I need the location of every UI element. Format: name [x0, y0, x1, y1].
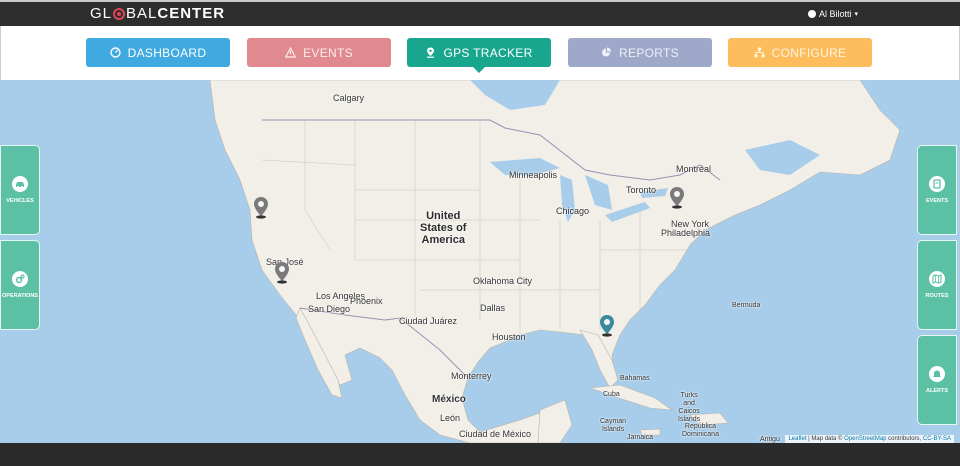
app-root: GL BAL CENTER Al Bilotti ▾ DASHBOARD EVE…: [0, 0, 960, 466]
user-name: Al Bilotti: [818, 9, 852, 19]
map-label-chicago: Chicago: [556, 206, 590, 216]
map-label-turks-caicos: Turks and Caicos Islands: [678, 392, 700, 424]
map-label-cuba: Cuba: [603, 391, 620, 398]
map-label-usa-line2: States of: [420, 222, 467, 234]
user-icon: [807, 10, 816, 18]
map-label-cayman-line2: Islands: [601, 426, 625, 433]
map-label-dallas: Dallas: [480, 303, 506, 313]
side-tab-vehicles[interactable]: VEHICLES: [0, 145, 40, 235]
license-link[interactable]: CC-BY-SA: [923, 436, 951, 442]
map-label-monterrey: Monterrey: [451, 371, 492, 381]
side-tab-alerts-label: ALERTS: [926, 388, 948, 394]
land-north-america: [209, 80, 901, 443]
chevron-down-icon: ▾: [854, 11, 858, 18]
map-label-phoenix: Phoenix: [350, 296, 383, 306]
vehicle-pin-icon[interactable]: [254, 197, 268, 219]
map-label-toronto: Toronto: [626, 185, 657, 195]
map-label-montreal: Montréal: [676, 164, 712, 174]
map-label-dominicana-line2: Dominicana: [682, 431, 719, 438]
events-icon: [929, 176, 945, 192]
nav-events-button[interactable]: EVENTS: [247, 38, 391, 67]
logo-text-gl: GL: [90, 5, 113, 22]
user-menu[interactable]: Al Bilotti ▾: [807, 9, 858, 19]
vehicle-pin-icon[interactable]: [275, 262, 289, 284]
map-label-oklahoma-city: Oklahoma City: [473, 276, 533, 286]
gps-map[interactable]: Calgary Montréal Toronto Minneapolis Chi…: [0, 80, 960, 443]
map-label-minneapolis: Minneapolis: [509, 170, 558, 180]
map-label-san-diego: San Diego: [308, 304, 351, 314]
map-label-usa-line3: America: [421, 234, 465, 246]
side-tab-vehicles-label: VEHICLES: [6, 198, 34, 204]
map-label-leon: León: [440, 413, 461, 423]
map-label-cayman-line1: Cayman: [600, 418, 627, 425]
map-basemap: [209, 80, 901, 443]
map-label-usa: United States of America: [420, 210, 466, 246]
pie-chart-icon: [601, 47, 612, 58]
osm-link[interactable]: OpenStreetMap: [844, 436, 886, 442]
target-logo-icon: [113, 7, 126, 20]
map-label-usa-line1: United: [426, 210, 461, 222]
warning-icon: [285, 47, 297, 58]
gears-icon: [12, 271, 28, 287]
alert-icon: [929, 366, 945, 382]
map-label-bahamas: Bahamas: [620, 375, 650, 382]
map-label-ciudad-juarez: Ciudad Juárez: [399, 316, 458, 326]
map-label-philadelphia: Philadelphia: [661, 228, 711, 238]
side-tab-operations-label: OPERATIONS: [2, 293, 38, 299]
sitemap-icon: [754, 47, 765, 58]
map-label-calgary: Calgary: [333, 93, 365, 103]
map-label-turks-line3: Caicos: [678, 408, 700, 415]
vehicle-pin-active-icon[interactable]: [600, 315, 614, 337]
dashboard-icon: [109, 47, 121, 58]
map-label-antigua: Antigu: [760, 436, 780, 443]
nav-dashboard-button[interactable]: DASHBOARD: [86, 38, 230, 67]
nav-reports-button[interactable]: REPORTS: [568, 38, 712, 67]
map-label-turks-line1: Turks: [680, 392, 698, 399]
map-pin-icon: [425, 47, 436, 58]
map-label-bermuda: Bermuda: [732, 302, 761, 309]
footer-bar: [0, 443, 960, 466]
attribution-text: | Map data ©: [806, 436, 845, 442]
attribution-contrib: contributors,: [886, 436, 923, 442]
side-tab-alerts[interactable]: ALERTS: [917, 335, 957, 425]
nav-configure-label: CONFIGURE: [771, 45, 847, 60]
nav-dashboard-label: DASHBOARD: [127, 45, 207, 60]
main-nav: DASHBOARD EVENTS GPS TRACKER REPORTS CON…: [0, 26, 960, 80]
vehicle-pin-icon[interactable]: [670, 187, 684, 209]
logo-text-center: CENTER: [157, 5, 226, 22]
nav-gps-tracker-label: GPS TRACKER: [443, 45, 533, 60]
side-tab-events-label: EVENTS: [925, 198, 948, 204]
map-label-cayman: Cayman Islands: [600, 418, 626, 434]
map-label-ciudad-de-mexico: Ciudad de México: [459, 429, 532, 439]
side-tab-events[interactable]: EVENTS: [917, 145, 957, 235]
map-label-dominicana-line1: República: [684, 423, 717, 430]
nav-reports-label: REPORTS: [619, 45, 679, 60]
brand-logo[interactable]: GL BAL CENTER: [90, 5, 225, 22]
side-tab-routes-label: ROUTES: [925, 293, 949, 299]
nav-gps-tracker-button[interactable]: GPS TRACKER: [407, 38, 551, 73]
map-icon: [929, 271, 945, 287]
top-bar: GL BAL CENTER Al Bilotti ▾: [0, 0, 960, 26]
map-label-jamaica: Jamaica: [627, 434, 654, 441]
logo-text-bal: BAL: [126, 5, 158, 22]
leaflet-link[interactable]: Leaflet: [788, 436, 806, 442]
map-attribution: Leaflet | Map data © OpenStreetMap contr…: [785, 435, 954, 443]
nav-configure-button[interactable]: CONFIGURE: [728, 38, 872, 67]
side-tab-routes[interactable]: ROUTES: [917, 240, 957, 330]
car-icon: [12, 176, 28, 192]
nav-events-label: EVENTS: [303, 45, 353, 60]
map-label-houston: Houston: [492, 332, 526, 342]
land-yucatan: [537, 399, 573, 443]
map-label-mexico: México: [432, 394, 466, 405]
map-label-dominicana: República Dominicana: [682, 423, 719, 439]
map-label-turks-line2: and: [683, 400, 695, 407]
side-tab-operations[interactable]: OPERATIONS: [0, 240, 40, 330]
